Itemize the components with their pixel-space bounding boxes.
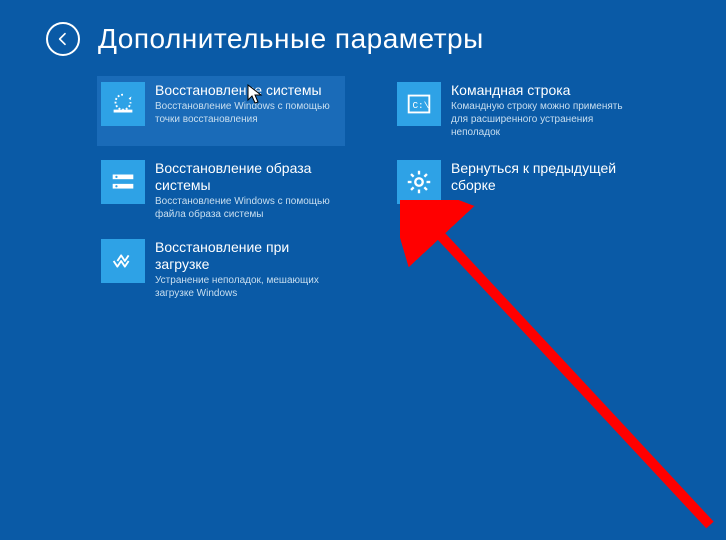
tile-system-restore[interactable]: Восстановление системы Восстановление Wi… xyxy=(97,76,345,146)
tile-title: Вернуться к предыдущей сборке xyxy=(451,160,637,194)
page-title: Дополнительные параметры xyxy=(98,23,484,55)
settings-gear-icon xyxy=(397,160,441,204)
tile-title: Восстановление при загрузке xyxy=(155,239,341,273)
tile-command-prompt[interactable]: C:\ Командная строка Командную строку мо… xyxy=(393,76,641,146)
tile-desc: Командную строку можно применять для рас… xyxy=(451,100,637,139)
startup-repair-icon xyxy=(101,239,145,283)
tile-desc: Устранение неполадок, мешающих загрузке … xyxy=(155,274,341,300)
tile-title: Командная строка xyxy=(451,82,637,99)
tile-title: Восстановление системы xyxy=(155,82,341,99)
image-recovery-icon xyxy=(101,160,145,204)
back-button[interactable] xyxy=(46,22,80,56)
arrow-left-icon xyxy=(55,31,71,47)
command-prompt-icon: C:\ xyxy=(397,82,441,126)
tile-previous-build[interactable]: Вернуться к предыдущей сборке xyxy=(393,154,641,224)
tile-image-recovery[interactable]: Восстановление образа системы Восстановл… xyxy=(97,154,345,225)
svg-text:C:\: C:\ xyxy=(412,100,429,111)
tile-title: Восстановление образа системы xyxy=(155,160,341,194)
tile-desc: Восстановление Windows с помощью точки в… xyxy=(155,100,341,126)
tile-desc: Восстановление Windows с помощью файла о… xyxy=(155,195,341,221)
system-restore-icon xyxy=(101,82,145,126)
column-right: C:\ Командная строка Командную строку мо… xyxy=(393,76,641,304)
column-left: Восстановление системы Восстановление Wi… xyxy=(97,76,345,304)
tile-startup-repair[interactable]: Восстановление при загрузке Устранение н… xyxy=(97,233,345,304)
